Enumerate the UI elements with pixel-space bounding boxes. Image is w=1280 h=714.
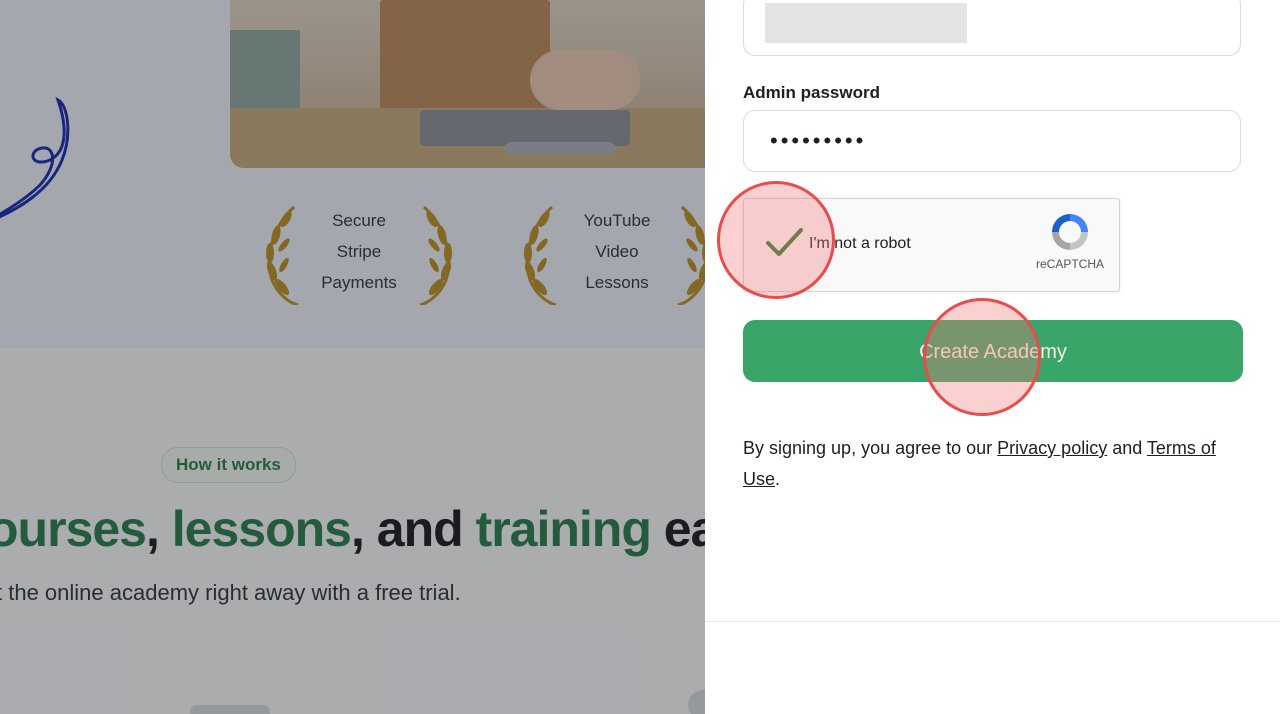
previous-input-field[interactable] — [743, 0, 1241, 56]
recaptcha-brand: reCAPTCHA — [1036, 257, 1105, 271]
divider — [705, 621, 1280, 622]
click-marker-create-button — [923, 298, 1041, 416]
admin-password-label: Admin password — [743, 83, 880, 102]
background-landing-page: Secure Stripe Payments YouTube Video Les… — [0, 0, 705, 714]
click-marker-captcha — [717, 181, 835, 299]
redacted-value — [765, 3, 967, 43]
privacy-policy-link[interactable]: Privacy policy — [997, 438, 1107, 458]
admin-password-input[interactable]: ••••••••• — [743, 110, 1241, 172]
terms-text: By signing up, you agree to our Privacy … — [743, 438, 1216, 489]
modal-backdrop[interactable] — [0, 0, 705, 714]
recaptcha-logo-icon — [1052, 214, 1088, 250]
